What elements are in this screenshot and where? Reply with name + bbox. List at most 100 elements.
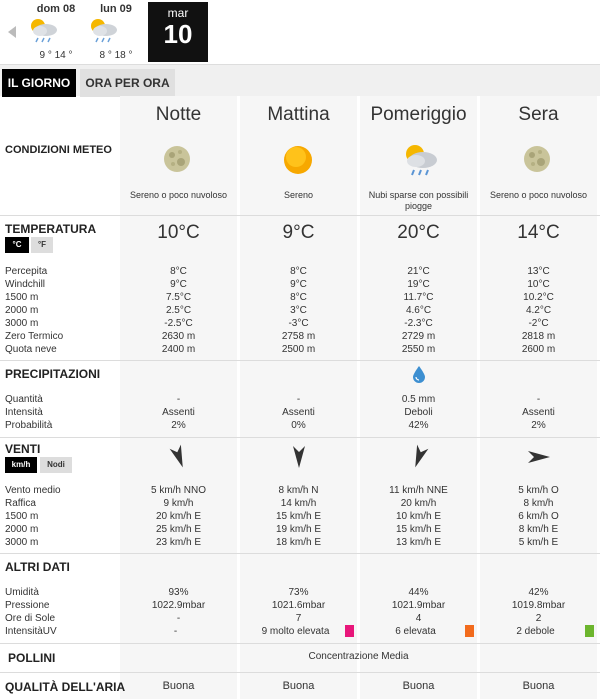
- divider: [0, 360, 600, 361]
- value-pressione: 1021.6mbar: [271, 600, 326, 611]
- value-raffica: 8 km/h: [523, 498, 554, 509]
- today-month: mar: [167, 6, 189, 20]
- value-ore-sole: 2: [535, 613, 542, 624]
- label-quantita: Quantità: [5, 394, 43, 405]
- condition-text: Sereno o poco nuvoloso: [129, 190, 228, 200]
- value-w3000: 5 km/h E: [518, 537, 559, 548]
- fahrenheit-toggle[interactable]: °F: [31, 237, 53, 253]
- value-zero-termico: 2818 m: [521, 331, 556, 342]
- day-temps: 9 ° 14 °: [39, 50, 73, 61]
- label-quota-neve: Quota neve: [5, 344, 57, 355]
- celsius-toggle[interactable]: °C: [5, 237, 29, 253]
- value-w1500: 10 km/h E: [395, 511, 442, 522]
- value-intensita: Deboli: [404, 407, 433, 418]
- value-raffica: 9 km/h: [163, 498, 194, 509]
- value-t3000: -2°C: [528, 318, 549, 329]
- divider: [0, 553, 600, 554]
- label-intensita: Intensità: [5, 407, 43, 418]
- day-label: dom 08: [36, 3, 76, 15]
- today-day: 10: [163, 19, 193, 49]
- value-raffica: 14 km/h: [280, 498, 317, 509]
- value-qualita-aria: Buona: [402, 680, 435, 692]
- tab-bar: IL GIORNO ORA PER ORA: [0, 64, 600, 97]
- value-intensita: Assenti: [282, 407, 315, 418]
- wind-direction-arrow-icon: [528, 451, 550, 463]
- value-t3000: -2.5°C: [164, 318, 193, 329]
- day-temps: 8 ° 18 °: [99, 50, 133, 61]
- period-temperature: 10°C: [157, 222, 200, 243]
- label-intensita-uv: IntensitàUV: [5, 626, 57, 637]
- value-intensita-uv: -: [173, 626, 178, 637]
- period-temperature: 20°C: [397, 222, 440, 243]
- value-intensita-uv: 6 elevata: [395, 626, 436, 637]
- value-t2000: 2.5°C: [165, 305, 192, 316]
- value-w2000: 8 km/h E: [518, 524, 559, 535]
- sun-icon: [280, 142, 320, 178]
- value-ore-sole: 4: [415, 613, 422, 624]
- wind-direction-arrow-icon: [293, 446, 305, 468]
- knots-toggle[interactable]: Nodi: [40, 457, 72, 473]
- value-vento-medio: 5 km/h NNO: [150, 485, 206, 496]
- value-t1500: 7.5°C: [165, 292, 192, 303]
- label-probabilita: Probabilità: [5, 420, 53, 431]
- value-w1500: 6 km/h O: [518, 511, 559, 522]
- label-umidita: Umidità: [5, 587, 39, 598]
- condition-text: Nubi sparse con possibili piogge: [368, 190, 469, 211]
- value-percepita: 8°C: [290, 266, 307, 277]
- value-pressione: 1022.9mbar: [151, 600, 206, 611]
- value-umidita: 44%: [408, 587, 429, 598]
- pollini-value: Concentrazione Media: [308, 651, 409, 662]
- kmh-toggle[interactable]: km/h: [5, 457, 37, 473]
- value-intensita-uv: 9 molto elevata: [261, 626, 330, 637]
- value-t2000: 4.2°C: [525, 305, 552, 316]
- section-altri-dati: ALTRI DATI: [5, 560, 70, 574]
- tab-ora-per-ora[interactable]: ORA PER ORA: [80, 69, 175, 97]
- day-item-dom[interactable]: dom 08 9 ° 14 °: [26, 0, 86, 64]
- value-quota-neve: 2550 m: [401, 344, 436, 355]
- value-probabilita: 2%: [531, 420, 546, 431]
- divider: [0, 672, 600, 673]
- wind-direction-arrow-icon: [415, 444, 429, 468]
- value-w2000: 19 km/h E: [275, 524, 322, 535]
- period-temperature: 14°C: [517, 222, 560, 243]
- tab-il-giorno[interactable]: IL GIORNO: [2, 69, 76, 97]
- value-windchill: 19°C: [407, 279, 430, 290]
- value-t1500: 11.7°C: [403, 292, 434, 303]
- day-item-today[interactable]: mar 10: [148, 2, 208, 62]
- uv-level-indicator: [585, 625, 594, 637]
- moon-icon: [520, 142, 560, 178]
- day-item-lun[interactable]: lun 09 8 ° 18 °: [86, 0, 146, 64]
- previous-arrow-icon[interactable]: [8, 26, 16, 38]
- value-zero-termico: 2729 m: [401, 331, 436, 342]
- section-condizioni-meteo: CONDIZIONI METEO: [5, 144, 112, 156]
- day-strip: dom 08 9 ° 14 ° lun 09 8 ° 18 ° mar 10: [0, 0, 600, 64]
- value-vento-medio: 11 km/h NNE: [389, 485, 448, 496]
- value-windchill: 9°C: [290, 279, 307, 290]
- value-t3000: -2.3°C: [404, 318, 433, 329]
- value-quota-neve: 2500 m: [281, 344, 316, 355]
- value-w1500: 15 km/h E: [275, 511, 322, 522]
- period-name: Notte: [155, 104, 202, 125]
- value-intensita: Assenti: [162, 407, 195, 418]
- label-raffica: Raffica: [5, 498, 36, 509]
- value-quota-neve: 2400 m: [161, 344, 196, 355]
- value-quantita: -: [536, 394, 541, 405]
- uv-level-indicator: [345, 625, 354, 637]
- label-3000m: 3000 m: [5, 537, 39, 548]
- cloud-sun-rain-icon: [91, 19, 117, 43]
- label-1500m: 1500 m: [5, 511, 39, 522]
- value-w3000: 18 km/h E: [275, 537, 322, 548]
- label-ore-sole: Ore di Sole: [5, 613, 56, 624]
- value-t1500: 8°C: [290, 292, 307, 303]
- label-percepita: Percepita: [5, 266, 48, 277]
- day-label: lun 09: [100, 3, 132, 15]
- label-zero-termico: Zero Termico: [5, 331, 64, 342]
- value-quota-neve: 2600 m: [521, 344, 556, 355]
- value-zero-termico: 2630 m: [161, 331, 196, 342]
- section-qualita-aria: QUALITÀ DELL'ARIA: [5, 680, 126, 694]
- period-name: Sera: [518, 104, 559, 125]
- divider: [0, 215, 600, 216]
- label-windchill: Windchill: [5, 279, 46, 290]
- value-w3000: 23 km/h E: [155, 537, 202, 548]
- cloud-sun-rain-icon: [31, 19, 57, 43]
